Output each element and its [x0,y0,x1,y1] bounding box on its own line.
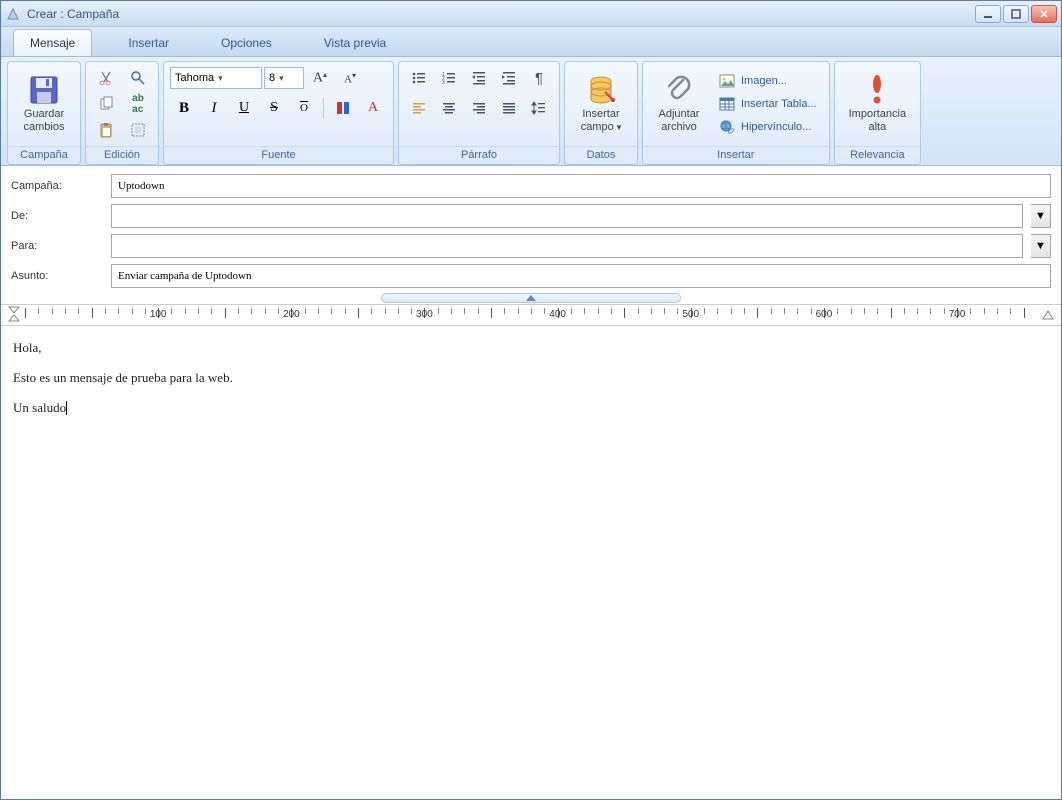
align-center-button[interactable] [435,96,463,120]
app-icon [5,6,21,22]
find-button[interactable] [124,66,152,90]
group-datos: Insertar campo ▾ Datos [564,61,638,165]
campana-input[interactable] [111,174,1051,198]
group-label-fuente: Fuente [164,146,393,164]
font-color-button[interactable]: A [359,96,387,120]
ruler-area: 100 200 300 400 500 600 700 [1,304,1061,326]
ruler-label: 500 [682,309,699,320]
select-all-button[interactable] [124,118,152,142]
de-input[interactable] [111,204,1023,228]
horizontal-ruler[interactable]: 100 200 300 400 500 600 700 [25,306,1037,324]
asunto-input[interactable] [111,264,1051,288]
grow-font-button[interactable]: A▴ [306,66,334,90]
ruler-label: 200 [283,309,300,320]
body-line-3: Un saludo [13,400,1049,416]
group-insertar: Adjuntar archivo Imagen... Insertar Tabl… [642,61,830,165]
show-marks-button[interactable]: ¶ [525,66,553,90]
save-icon [28,74,60,106]
align-left-button[interactable] [405,96,433,120]
insert-hyperlink-button[interactable]: Hipervínculo... [713,116,823,138]
table-icon [719,96,735,112]
insert-image-button[interactable]: Imagen... [713,70,823,92]
font-size-select[interactable]: 8▾ [264,67,304,89]
header-fields: Campaña: De: ▼ Para: ▼ Asunto: [1,166,1061,292]
exclamation-icon [861,74,893,106]
justify-button[interactable] [495,96,523,120]
fields-collapser [1,292,1061,304]
importance-high-button[interactable]: Importancia alta [841,70,914,138]
font-family-select[interactable]: Tahoma▾ [170,67,262,89]
minimize-button[interactable] [975,5,1001,23]
indent-marker-left[interactable] [7,305,21,326]
italic-button[interactable]: I [200,96,228,120]
de-dropdown-button[interactable]: ▼ [1031,204,1051,228]
indent-marker-right[interactable] [1041,307,1055,324]
outdent-button[interactable] [465,66,493,90]
ruler-label: 300 [416,309,433,320]
group-edicion: abac Edición [85,61,159,165]
para-dropdown-button[interactable]: ▼ [1031,234,1051,258]
indent-button[interactable] [495,66,523,90]
asunto-label: Asunto: [11,270,103,282]
highlight-color-button[interactable] [329,96,357,120]
tab-vista-previa[interactable]: Vista previa [308,30,402,56]
group-label-relevancia: Relevancia [835,146,920,164]
ruler-label: 600 [816,309,833,320]
group-label-parrafo: Párrafo [399,146,559,164]
image-icon [719,73,735,89]
ribbon-tabs: Mensaje Insertar Opciones Vista previa [1,27,1061,57]
group-label-datos: Datos [565,146,637,164]
align-right-button[interactable] [465,96,493,120]
bold-button[interactable]: B [170,96,198,120]
save-changes-button[interactable]: Guardar cambios [14,70,74,138]
campana-label: Campaña: [11,180,103,192]
group-campana: Guardar cambios Campaña [7,61,81,165]
replace-button[interactable]: abac [124,92,152,116]
numbering-button[interactable]: 123 [435,66,463,90]
group-label-edicion: Edición [86,146,158,164]
line-spacing-button[interactable] [525,96,553,120]
shrink-font-button[interactable]: A▾ [336,66,364,90]
cut-button[interactable] [92,66,120,90]
ruler-label: 400 [549,309,566,320]
para-input[interactable] [111,234,1023,258]
message-body-editor[interactable]: Hola, Esto es un mensaje de prueba para … [1,326,1061,799]
ribbon: Guardar cambios Campaña abac Edición [1,57,1061,166]
bullets-button[interactable] [405,66,433,90]
group-label-insertar: Insertar [643,146,829,164]
svg-text:3: 3 [442,80,445,86]
group-parrafo: 123 ¶ Párrafo [398,61,560,165]
app-window: Crear : Campaña Mensaje Insertar Opcione… [0,0,1062,800]
de-label: De: [11,210,103,222]
underline-button[interactable]: U [230,96,258,120]
titlebar: Crear : Campaña [1,1,1061,27]
group-relevancia: Importancia alta Relevancia [834,61,921,165]
overline-button[interactable]: O [290,96,318,120]
close-button[interactable] [1031,5,1057,23]
ruler-label: 100 [150,309,167,320]
database-icon [585,74,617,106]
group-label-campana: Campaña [8,146,80,164]
ruler-label: 700 [949,309,966,320]
strike-button[interactable]: S [260,96,288,120]
body-line-1: Hola, [13,340,1049,356]
collapse-handle[interactable] [381,293,681,303]
text-cursor [66,401,67,415]
copy-button[interactable] [92,92,120,116]
attach-file-button[interactable]: Adjuntar archivo [649,70,709,138]
body-line-2: Esto es un mensaje de prueba para la web… [13,370,1049,386]
tab-insertar[interactable]: Insertar [112,30,185,56]
tab-mensaje[interactable]: Mensaje [13,29,92,56]
paperclip-icon [663,74,695,106]
globe-link-icon [719,119,735,135]
group-fuente: Tahoma▾ 8▾ A▴ A▾ B I U S O A Fuente [163,61,394,165]
para-label: Para: [11,240,103,252]
window-title: Crear : Campaña [27,7,975,21]
insert-table-button[interactable]: Insertar Tabla... [713,93,823,115]
paste-button[interactable] [92,118,120,142]
maximize-button[interactable] [1003,5,1029,23]
insert-field-button[interactable]: Insertar campo ▾ [571,70,631,138]
tab-opciones[interactable]: Opciones [205,30,288,56]
